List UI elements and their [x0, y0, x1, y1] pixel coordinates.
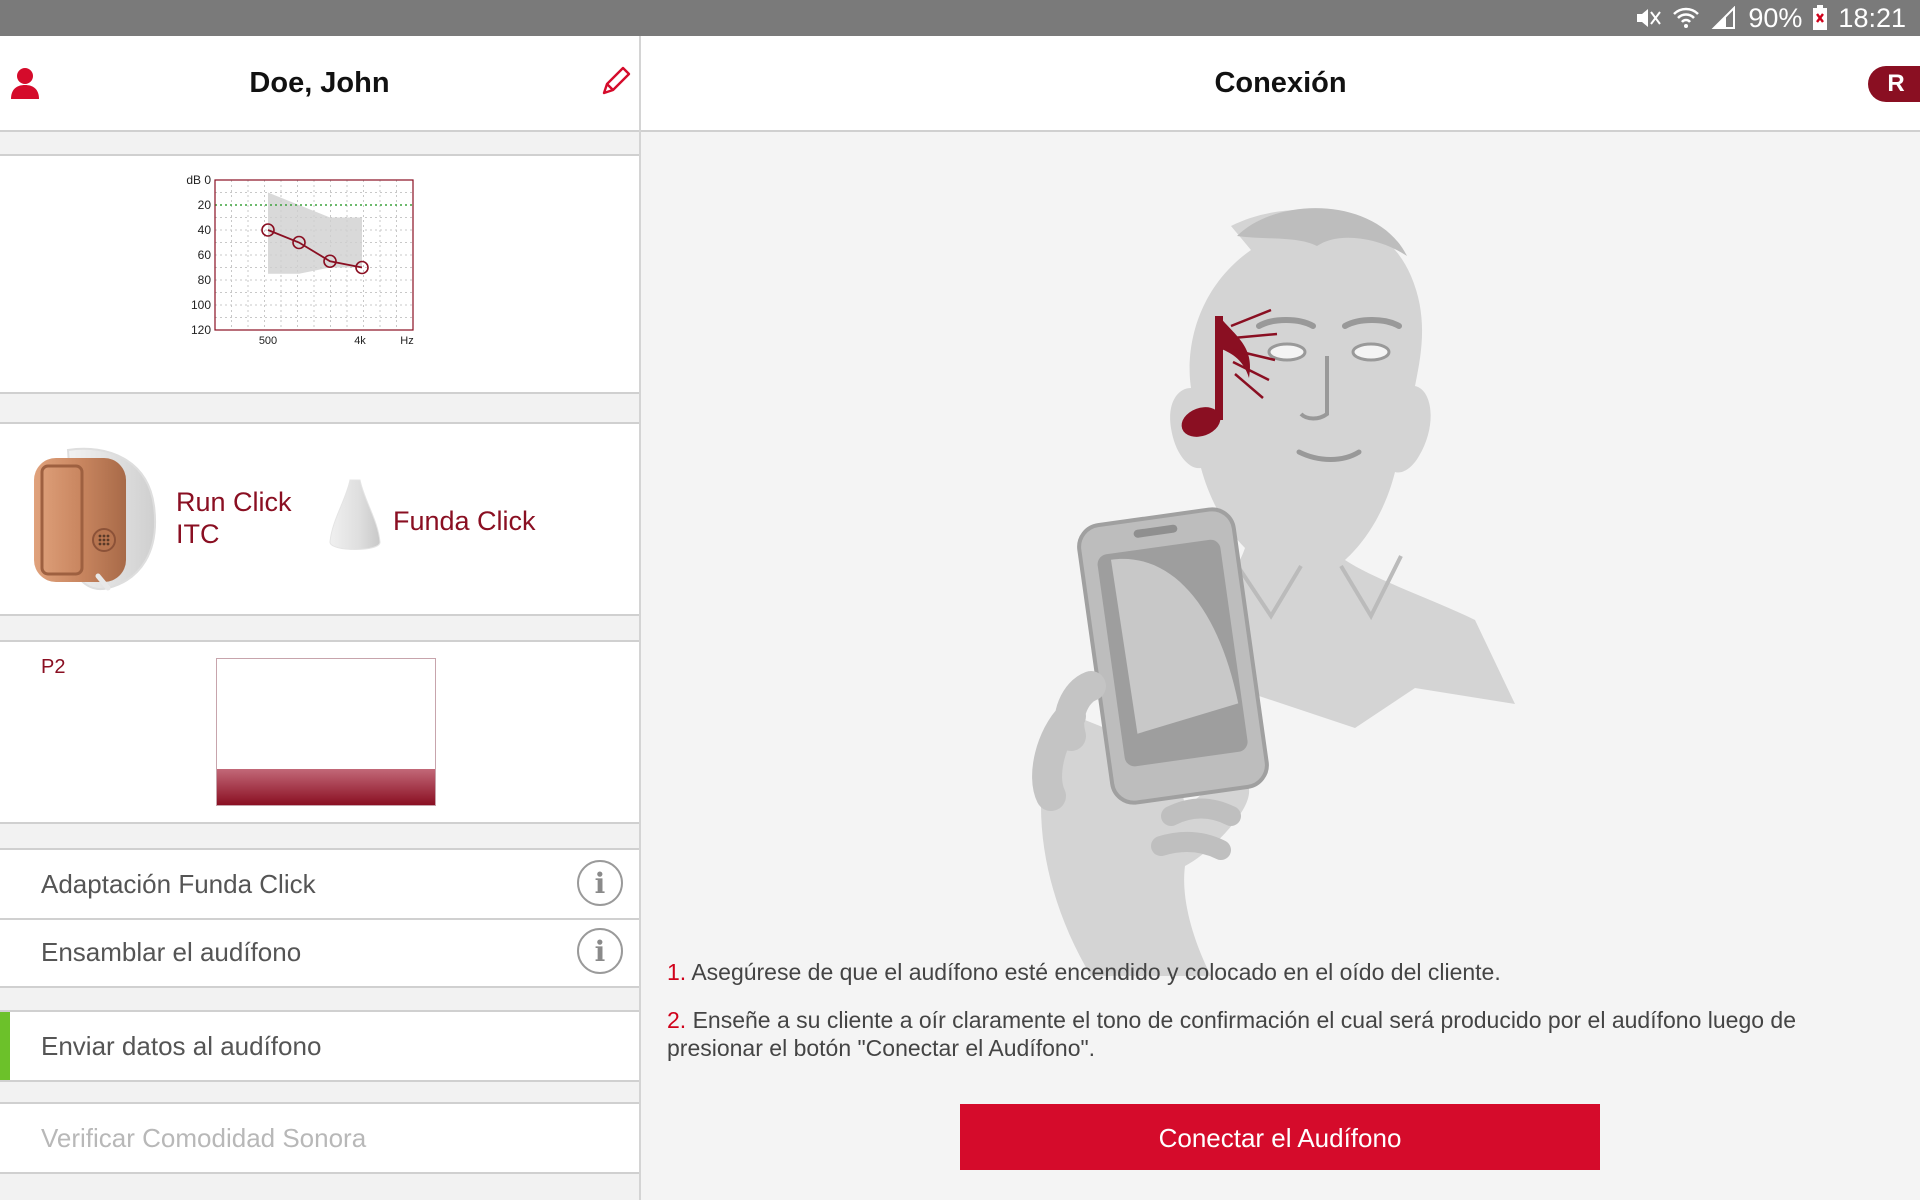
step-label: Ensamblar el audífono — [41, 937, 302, 967]
audiogram-x-label: 500 — [259, 335, 277, 347]
instruction-text: Asegúrese de que el audífono esté encend… — [691, 959, 1501, 985]
step-verify-comfort: Verificar Comodidad Sonora — [0, 1102, 639, 1174]
status-bar: 90% 18:21 — [0, 0, 1920, 36]
connection-panel: Conexión R 1. Asegúrese de que el audífo — [641, 36, 1920, 1200]
dome-label: Funda Click — [393, 506, 536, 536]
connect-hearing-aid-button[interactable]: Conectar el Audífono — [960, 1104, 1600, 1170]
active-step-marker — [0, 1012, 10, 1080]
device-model: Run Click ITC — [176, 486, 292, 550]
connection-header: Conexión R — [641, 36, 1920, 132]
info-icon[interactable]: i — [577, 860, 623, 906]
edit-icon[interactable] — [597, 64, 633, 100]
page-title: Conexión — [1214, 67, 1347, 99]
step-send-data[interactable]: Enviar datos al audífono — [0, 1010, 639, 1082]
instruction-text: Enseñe a su cliente a oír claramente el … — [667, 1007, 1796, 1061]
audiogram-y-label: 80 — [198, 273, 212, 287]
step-assemble[interactable]: Ensamblar el audífono i — [0, 918, 639, 986]
step-label: Adaptación Funda Click — [41, 869, 316, 899]
status-time: 18:21 — [1838, 2, 1906, 33]
instruction-number: 1. — [667, 959, 687, 985]
r-badge[interactable]: R — [1868, 66, 1920, 102]
program-card[interactable]: P2 — [0, 640, 639, 824]
device-model-line2: ITC — [176, 519, 220, 549]
audiogram-x-label: Hz — [400, 335, 413, 347]
program-label: P2 — [41, 656, 66, 678]
info-icon[interactable]: i — [577, 928, 623, 974]
audiogram-y-label: 40 — [198, 223, 212, 237]
audiogram-y-label: dB 0 — [186, 173, 211, 187]
audiogram-y-label: 100 — [191, 298, 211, 312]
audiogram-x-label: 4k — [354, 335, 366, 347]
instruction-1: 1. Asegúrese de que el audífono esté enc… — [667, 958, 1897, 986]
device-model-line1: Run Click — [176, 487, 292, 517]
patient-header: Doe, John — [0, 36, 639, 132]
audiogram-y-label: 60 — [198, 248, 212, 262]
mute-icon — [1637, 9, 1662, 27]
patient-name: Doe, John — [249, 67, 390, 99]
signal-icon — [1711, 6, 1736, 29]
instruction-number: 2. — [667, 1007, 687, 1033]
device-card[interactable]: Run Click ITC Funda Click — [0, 422, 639, 616]
audiogram-chart: dB 0 20 40 60 80 100 120 500 4k Hz — [186, 173, 413, 347]
patient-panel: Doe, John dB 0 20 40 60 80 100 120 500 4k Hz — [0, 36, 641, 1200]
program-volume-fill — [217, 768, 435, 805]
hearing-aid-image — [34, 447, 157, 591]
step-fitting-dome[interactable]: Adaptación Funda Click i — [0, 850, 639, 920]
audiogram-y-label: 20 — [198, 198, 212, 212]
audiogram-card[interactable]: dB 0 20 40 60 80 100 120 500 4k Hz — [0, 154, 639, 394]
connection-illustration — [1032, 208, 1515, 976]
battery-percent: 90% — [1748, 2, 1803, 33]
battery-icon — [1813, 5, 1828, 30]
program-volume-meter — [216, 658, 436, 806]
audiogram-y-label: 120 — [191, 323, 211, 337]
steps-group-1: Adaptación Funda Click i Ensamblar el au… — [0, 848, 639, 988]
wifi-icon — [1673, 7, 1700, 28]
step-label: Enviar datos al audífono — [41, 1031, 322, 1061]
step-label: Verificar Comodidad Sonora — [41, 1123, 367, 1153]
instruction-2: 2. Enseñe a su cliente a oír claramente … — [667, 1006, 1897, 1062]
dome-image — [329, 479, 381, 550]
